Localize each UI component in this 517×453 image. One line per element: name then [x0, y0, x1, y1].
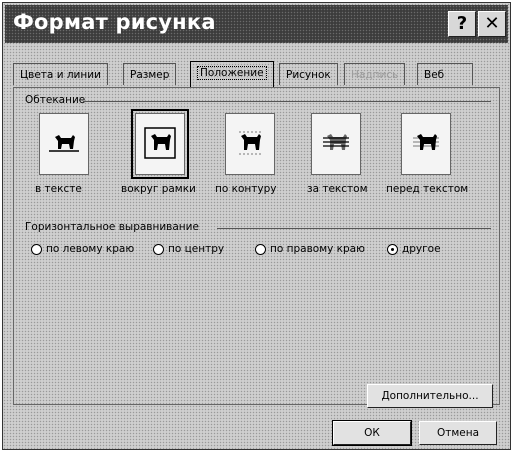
radio-center-circle[interactable]: [153, 243, 164, 255]
align-other-label: другое: [402, 243, 441, 255]
tab-colors-lines[interactable]: Цвета и линии: [13, 63, 108, 85]
align-left-label: по левому краю: [46, 243, 135, 255]
tab-size[interactable]: Размер: [123, 63, 177, 85]
align-left-radio[interactable]: по левому краю: [31, 243, 134, 255]
align-center-radio[interactable]: по центру: [153, 243, 224, 255]
dialog-title: Формат рисунка: [13, 10, 216, 34]
help-button[interactable]: ?: [448, 11, 476, 37]
title-bar[interactable]: Формат рисунка ? ✕: [5, 5, 508, 43]
radio-left-circle[interactable]: [31, 243, 42, 255]
dog-tight-icon: [233, 126, 267, 163]
advanced-button[interactable]: Дополнительно...: [367, 384, 493, 408]
wrapping-separator: [83, 101, 491, 102]
tab-textbox: Надпись: [344, 63, 406, 85]
wrap-behind-option[interactable]: [311, 113, 361, 175]
radio-right-circle[interactable]: [255, 243, 266, 255]
wrap-inline-label[interactable]: в тексте: [35, 183, 82, 195]
align-right-label: по правому краю: [270, 243, 365, 255]
wrap-square-label[interactable]: вокруг рамки: [121, 183, 196, 195]
alignment-separator: [217, 228, 491, 229]
align-right-radio[interactable]: по правому краю: [255, 243, 365, 255]
close-button[interactable]: ✕: [478, 11, 506, 37]
wrap-square-option[interactable]: [131, 109, 189, 179]
ok-button[interactable]: ОК: [332, 420, 412, 446]
wrap-tight-label[interactable]: по контуру: [215, 183, 276, 195]
radio-other-circle[interactable]: [387, 243, 398, 255]
format-picture-dialog: Формат рисунка ? ✕ Цвета и линии Размер …: [2, 2, 511, 450]
wrap-infront-option[interactable]: [401, 113, 451, 175]
tab-strip: Цвета и линии Размер Положение Рисунок Н…: [13, 61, 500, 87]
cancel-button[interactable]: Отмена: [419, 421, 497, 445]
wrap-behind-label[interactable]: за текстом: [307, 183, 368, 195]
tab-web[interactable]: Веб: [417, 63, 473, 85]
dog-behind-icon: [319, 126, 353, 163]
dog-infront-icon: [409, 126, 443, 163]
wrap-tight-option[interactable]: [225, 113, 275, 175]
horizontal-alignment-label: Горизонтальное выравнивание: [25, 221, 199, 233]
align-other-radio[interactable]: другое: [387, 243, 441, 255]
wrap-inline-option[interactable]: [39, 113, 89, 175]
tab-position[interactable]: Положение: [190, 61, 274, 87]
dog-inline-icon: [47, 129, 81, 160]
dog-square-icon: [143, 126, 177, 163]
align-center-label: по центру: [168, 243, 225, 255]
tab-picture[interactable]: Рисунок: [279, 63, 338, 85]
wrap-infront-label[interactable]: перед текстом: [386, 183, 468, 195]
wrapping-group-label: Обтекание: [25, 94, 86, 106]
